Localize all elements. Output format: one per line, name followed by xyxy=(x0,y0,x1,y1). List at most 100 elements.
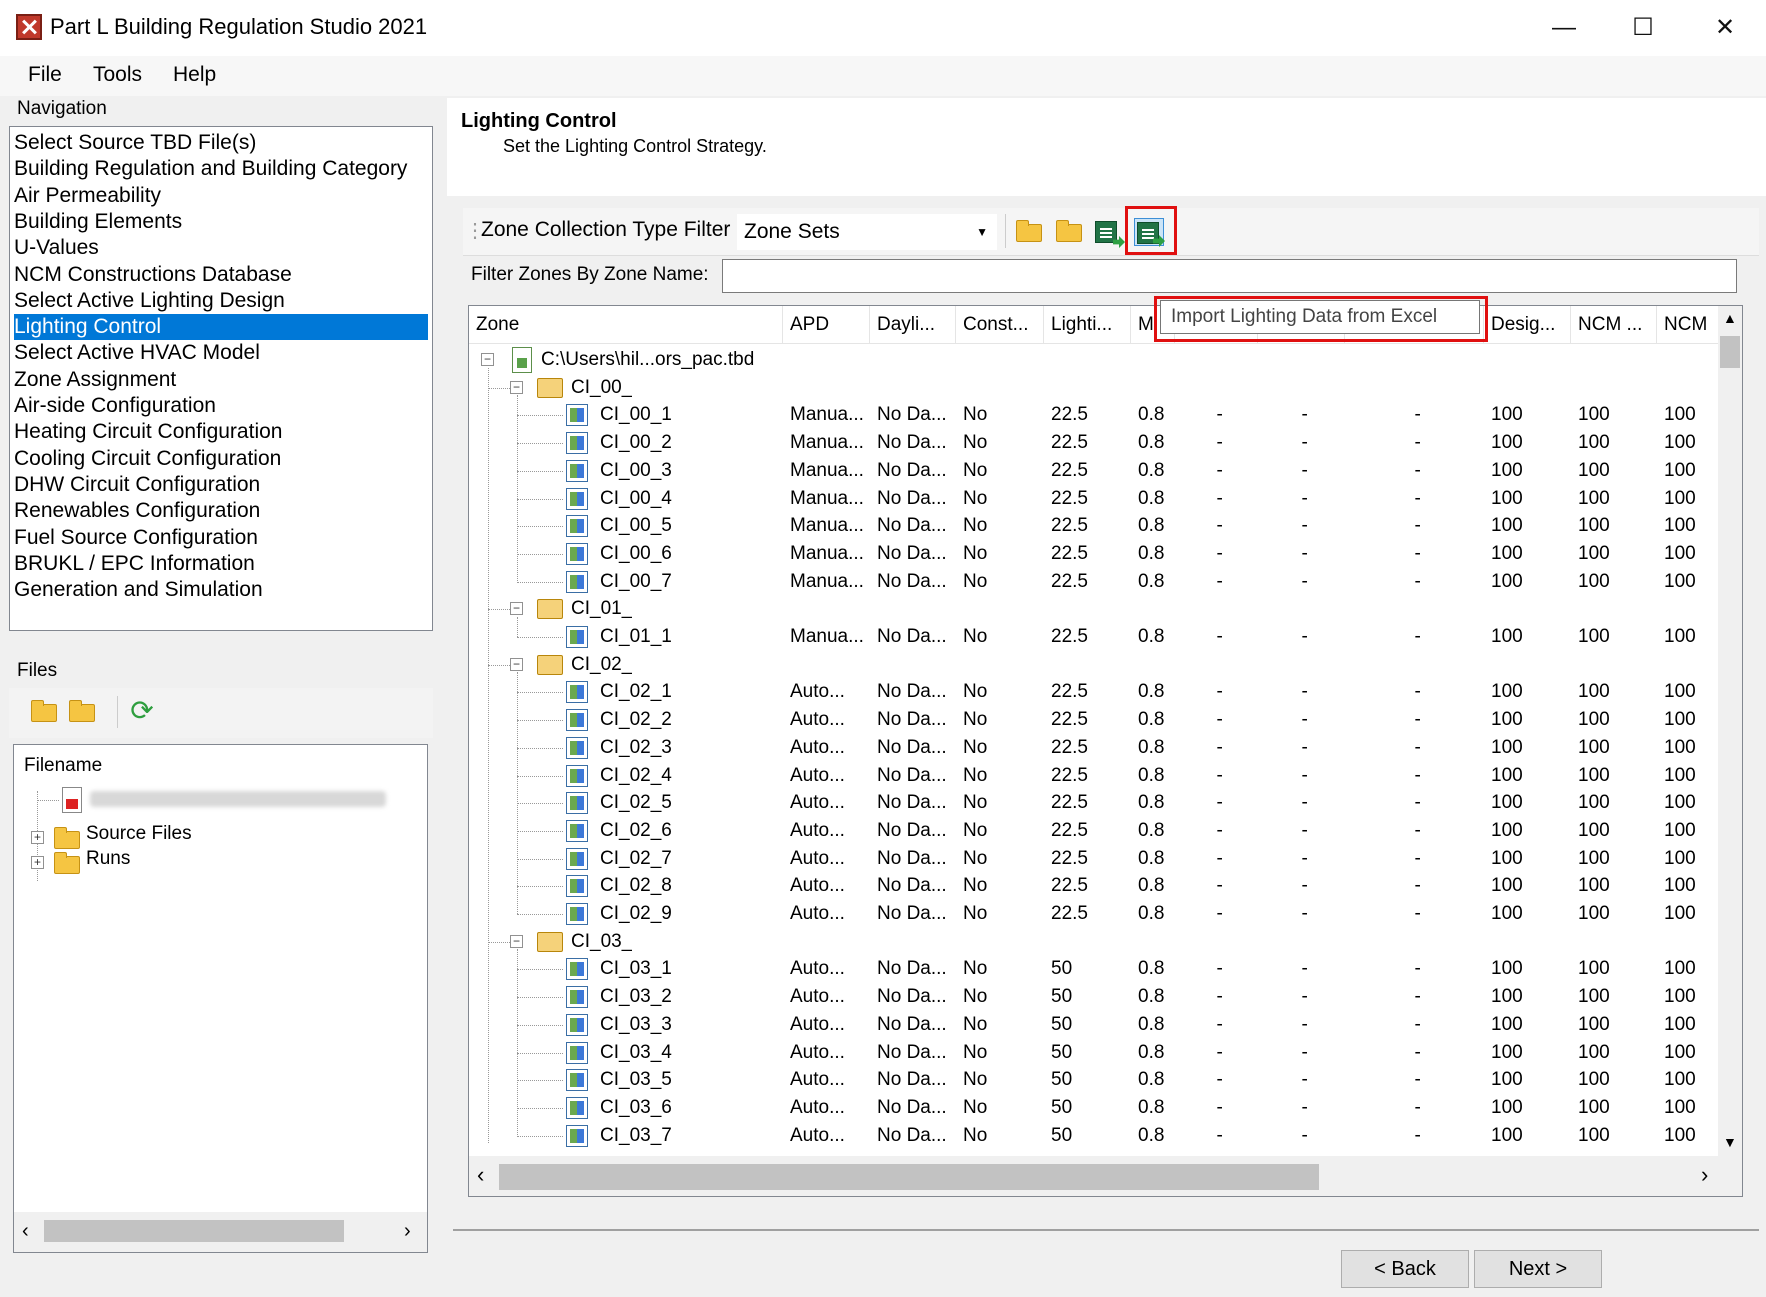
nav-item[interactable]: Building Elements xyxy=(14,209,428,235)
collapse-zone-set[interactable]: − xyxy=(510,934,523,948)
export-excel-icon[interactable] xyxy=(1093,218,1125,248)
nav-item[interactable]: Renewables Configuration xyxy=(14,498,428,524)
scroll-down-arrow-icon[interactable]: ▼ xyxy=(1723,1134,1737,1150)
zone-set-row[interactable]: − CI_02_ xyxy=(469,651,1719,679)
column-header[interactable]: NCM xyxy=(1657,306,1719,344)
nav-item[interactable]: Generation and Simulation xyxy=(14,577,428,603)
zone-row[interactable]: CI_00_3 Manua... No Da... No 22.5 0.8- - -100 10… xyxy=(469,457,1719,485)
nav-item[interactable]: Heating Circuit Configuration xyxy=(14,419,428,445)
zone-row[interactable]: CI_03_6 Auto... No Da... No 50 0.8- - -100 100 10… xyxy=(469,1094,1719,1122)
zone-row[interactable]: CI_02_1 Auto... No Da... No 22.5 0.8- - -100 100… xyxy=(469,678,1719,706)
open-folder-icon[interactable] xyxy=(29,698,59,726)
grid-cell: - xyxy=(1216,1069,1223,1091)
zone-collection-type-select[interactable]: Zone Sets ▼ xyxy=(737,214,997,250)
nav-item[interactable]: Select Active HVAC Model xyxy=(14,340,428,366)
zone-set-row[interactable]: − CI_03_ xyxy=(469,928,1719,956)
column-header[interactable]: Desig... xyxy=(1484,306,1571,344)
scroll-thumb[interactable] xyxy=(499,1164,1319,1190)
grid-cell: 22.5 xyxy=(1051,404,1088,426)
column-header[interactable]: NCM ... xyxy=(1571,306,1657,344)
zone-row[interactable]: CI_02_6 Auto... No Da... No 22.5 0.8- - -100 100… xyxy=(469,817,1719,845)
minimize-button[interactable]: — xyxy=(1535,8,1593,48)
chevron-down-icon[interactable]: ▼ xyxy=(976,215,988,249)
zone-row[interactable]: CI_00_7 Manua... No Da... No 22.5 0.8- - -100 10… xyxy=(469,568,1719,596)
back-button[interactable]: < Back xyxy=(1341,1250,1469,1288)
zone-row[interactable]: CI_00_5 Manua... No Da... No 22.5 0.8- - -100 10… xyxy=(469,512,1719,540)
source-files-node[interactable]: Source Files xyxy=(86,823,192,845)
nav-item[interactable]: U-Values xyxy=(14,235,428,261)
nav-item[interactable]: NCM Constructions Database xyxy=(14,262,428,288)
zone-name: CI_03_6 xyxy=(600,1096,672,1118)
filter-zones-input[interactable] xyxy=(722,259,1737,293)
zone-name: CI_00_6 xyxy=(600,542,672,564)
nav-item[interactable]: Air-side Configuration xyxy=(14,393,428,419)
collapse-zone-set[interactable]: − xyxy=(510,657,523,671)
zone-row[interactable]: CI_02_7 Auto... No Da... No 22.5 0.8- - -100 100… xyxy=(469,845,1719,873)
column-header[interactable]: Dayli... xyxy=(870,306,956,344)
column-header[interactable]: Const... xyxy=(956,306,1044,344)
grid-cell: No Da... xyxy=(877,404,947,426)
zone-row[interactable]: CI_02_5 Auto... No Da... No 22.5 0.8- - -100 100… xyxy=(469,789,1719,817)
zone-row[interactable]: CI_03_1 Auto... No Da... No 50 0.8- - -100 100 10… xyxy=(469,955,1719,983)
zone-row[interactable]: CI_03_4 Auto... No Da... No 50 0.8- - -100 100 10… xyxy=(469,1039,1719,1067)
collapse-zone-set[interactable]: − xyxy=(510,602,523,616)
column-header[interactable]: Zone xyxy=(469,306,783,344)
column-header[interactable]: Lighti... xyxy=(1044,306,1131,344)
zone-row[interactable]: CI_00_4 Manua... No Da... No 22.5 0.8- - -100 10… xyxy=(469,485,1719,513)
nav-item[interactable]: Select Active Lighting Design xyxy=(14,288,428,314)
files-hscrollbar[interactable]: ‹ › xyxy=(14,1212,427,1252)
scroll-left-arrow-icon[interactable]: ‹ xyxy=(22,1220,29,1243)
zone-collection-filter-label: Zone Collection Type Filter xyxy=(481,218,731,241)
grid-hscrollbar[interactable]: ‹ › xyxy=(469,1156,1742,1196)
scroll-right-arrow-icon[interactable]: › xyxy=(1701,1162,1708,1188)
grid-vscrollbar[interactable]: ▲ ▼ xyxy=(1718,306,1742,1156)
expand-runs[interactable]: + xyxy=(31,856,44,869)
column-header[interactable]: APD xyxy=(783,306,870,344)
folder-icon[interactable] xyxy=(67,698,97,726)
zone-row[interactable]: CI_00_2 Manua... No Da... No 22.5 0.8- - -100 10… xyxy=(469,429,1719,457)
close-button[interactable]: ✕ xyxy=(1696,8,1754,48)
zone-row[interactable]: CI_02_3 Auto... No Da... No 22.5 0.8- - -100 100… xyxy=(469,734,1719,762)
scroll-up-arrow-icon[interactable]: ▲ xyxy=(1723,310,1737,326)
open-folder-icon[interactable] xyxy=(1014,218,1044,246)
nav-item[interactable]: BRUKL / EPC Information xyxy=(14,551,428,577)
nav-item[interactable]: Fuel Source Configuration xyxy=(14,525,428,551)
scroll-thumb[interactable] xyxy=(1720,336,1740,368)
folder-icon[interactable] xyxy=(1054,218,1084,246)
maximize-button[interactable]: ☐ xyxy=(1614,8,1672,48)
scroll-thumb[interactable] xyxy=(44,1220,344,1242)
zone-row[interactable]: CI_00_1 Manua... No Da... No 22.5 0.8- - -100 10… xyxy=(469,401,1719,429)
nav-item[interactable]: Zone Assignment xyxy=(14,367,428,393)
nav-item[interactable]: Lighting Control xyxy=(14,314,428,341)
collapse-root[interactable]: − xyxy=(481,353,494,366)
zone-row[interactable]: CI_02_2 Auto... No Da... No 22.5 0.8- - -100 100… xyxy=(469,706,1719,734)
zone-row[interactable]: CI_03_7 Auto... No Da... No 50 0.8- - -100 100 10… xyxy=(469,1122,1719,1150)
expand-source-files[interactable]: + xyxy=(31,831,44,844)
zone-row[interactable]: CI_03_2 Auto... No Da... No 50 0.8- - -100 100 10… xyxy=(469,983,1719,1011)
nav-item[interactable]: DHW Circuit Configuration xyxy=(14,472,428,498)
zone-row[interactable]: CI_03_5 Auto... No Da... No 50 0.8- - -100 100 10… xyxy=(469,1066,1719,1094)
zone-row[interactable]: CI_01_1 Manua... No Da... No 22.5 0.8- - -100 10… xyxy=(469,623,1719,651)
collapse-zone-set[interactable]: − xyxy=(510,380,523,394)
zone-set-row[interactable]: − CI_01_ xyxy=(469,595,1719,623)
zone-set-row[interactable]: − CI_00_ xyxy=(469,374,1719,402)
menu-tools[interactable]: Tools xyxy=(93,63,142,87)
nav-item[interactable]: Air Permeability xyxy=(14,183,428,209)
scroll-left-arrow-icon[interactable]: ‹ xyxy=(477,1162,484,1188)
tree-root-row[interactable]: − C:\Users\hil...ors_pac.tbd xyxy=(469,346,1719,374)
nav-item[interactable]: Building Regulation and Building Categor… xyxy=(14,156,428,182)
zone-row[interactable]: CI_02_4 Auto... No Da... No 22.5 0.8- - -100 100… xyxy=(469,762,1719,790)
grid-cell: Auto... xyxy=(790,736,845,758)
nav-item[interactable]: Cooling Circuit Configuration xyxy=(14,446,428,472)
next-button[interactable]: Next > xyxy=(1474,1250,1602,1288)
menu-file[interactable]: File xyxy=(28,63,62,87)
zone-row[interactable]: CI_03_3 Auto... No Da... No 50 0.8- - -100 100 10… xyxy=(469,1011,1719,1039)
zone-row[interactable]: CI_02_9 Auto... No Da... No 22.5 0.8- - -100 100… xyxy=(469,900,1719,928)
scroll-right-arrow-icon[interactable]: › xyxy=(404,1220,411,1243)
menu-help[interactable]: Help xyxy=(173,63,216,87)
zone-row[interactable]: CI_02_8 Auto... No Da... No 22.5 0.8- - -100 100… xyxy=(469,872,1719,900)
nav-item[interactable]: Select Source TBD File(s) xyxy=(14,130,428,156)
refresh-icon[interactable]: ⟳ xyxy=(127,696,157,726)
runs-node[interactable]: Runs xyxy=(86,848,130,870)
zone-row[interactable]: CI_00_6 Manua... No Da... No 22.5 0.8- - -100 10… xyxy=(469,540,1719,568)
